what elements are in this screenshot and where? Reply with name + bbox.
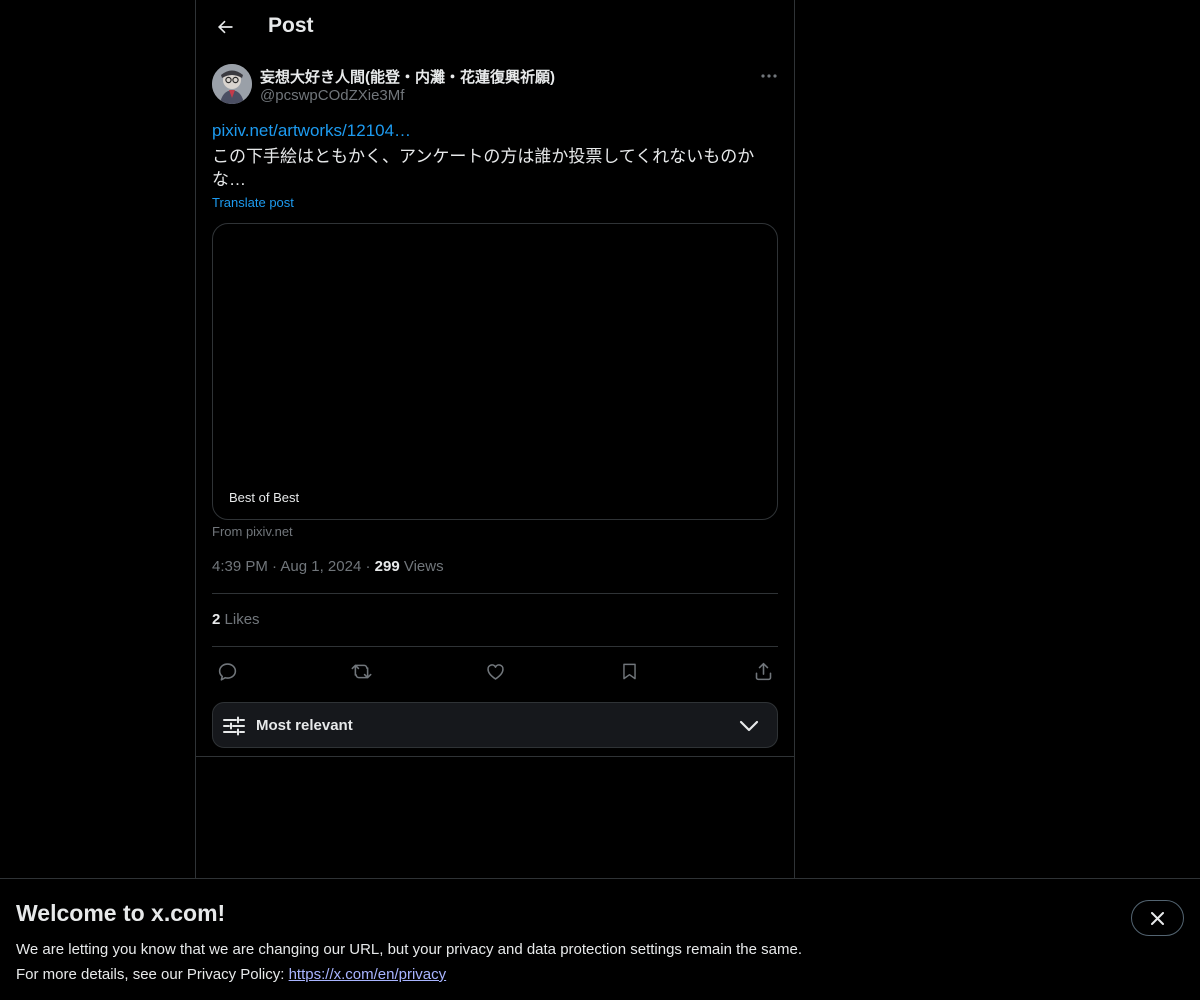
likes-label: Likes bbox=[224, 611, 260, 628]
avatar-image bbox=[212, 64, 252, 104]
post-link[interactable]: pixiv.net/artworks/12104… bbox=[212, 121, 411, 141]
separator-dot: · bbox=[365, 558, 375, 575]
views-count: 299 bbox=[374, 558, 400, 575]
close-banner-button[interactable] bbox=[1131, 900, 1184, 936]
bookmark-button[interactable] bbox=[614, 656, 644, 686]
share-icon bbox=[755, 662, 771, 680]
back-button[interactable] bbox=[208, 10, 242, 44]
avatar[interactable] bbox=[212, 64, 252, 104]
likes-count: 2 bbox=[212, 611, 221, 628]
repost-button[interactable] bbox=[346, 656, 376, 686]
main-column: Post 妄想大好き人間(能登・内灘・花蓮復興祈願) @pcswpCOdZXie… bbox=[195, 0, 795, 878]
more-options-button[interactable] bbox=[756, 64, 782, 88]
divider bbox=[196, 756, 794, 757]
like-button[interactable] bbox=[480, 656, 510, 686]
bookmark-icon bbox=[622, 663, 636, 679]
card-source[interactable]: From pixiv.net bbox=[212, 524, 293, 539]
divider bbox=[212, 646, 778, 647]
reply-sort-dropdown[interactable]: Most relevant bbox=[212, 702, 778, 748]
privacy-policy-link[interactable]: https://x.com/en/privacy bbox=[289, 966, 447, 983]
sort-label: Most relevant bbox=[256, 717, 353, 734]
post-header: Post bbox=[196, 0, 794, 54]
author-name[interactable]: 妄想大好き人間(能登・内灘・花蓮復興祈願) bbox=[260, 66, 555, 87]
action-bar bbox=[212, 656, 778, 686]
reply-icon bbox=[218, 662, 236, 681]
banner-text: We are letting you know that we are chan… bbox=[16, 937, 802, 987]
chevron-down-icon bbox=[739, 720, 759, 732]
close-icon bbox=[1151, 911, 1164, 925]
share-button[interactable] bbox=[748, 656, 778, 686]
likes-stat[interactable]: 2 Likes bbox=[212, 611, 260, 628]
welcome-banner: Welcome to x.com! We are letting you kno… bbox=[0, 878, 1200, 1000]
reply-button[interactable] bbox=[212, 656, 242, 686]
post-date[interactable]: Aug 1, 2024 bbox=[280, 558, 361, 575]
sliders-icon bbox=[223, 716, 245, 736]
post-time[interactable]: 4:39 PM bbox=[212, 558, 268, 575]
link-preview-card[interactable]: Best of Best bbox=[212, 223, 778, 520]
banner-line-2-prefix: For more details, see our Privacy Policy… bbox=[16, 966, 289, 983]
divider bbox=[212, 593, 778, 594]
like-icon bbox=[486, 663, 504, 680]
page-title: Post bbox=[268, 14, 314, 37]
repost-icon bbox=[351, 664, 371, 678]
post-metadata: 4:39 PM · Aug 1, 2024 · 299 Views bbox=[212, 558, 444, 575]
translate-post-link[interactable]: Translate post bbox=[212, 195, 294, 210]
more-dots-icon bbox=[761, 74, 777, 78]
banner-title: Welcome to x.com! bbox=[16, 900, 226, 926]
views-label: Views bbox=[403, 558, 444, 575]
author-handle[interactable]: @pcswpCOdZXie3Mf bbox=[260, 87, 404, 104]
post-text: この下手絵はともかく、アンケートの方は誰か投票してくれないものかな… bbox=[212, 147, 755, 189]
back-arrow-icon bbox=[217, 20, 233, 34]
card-title: Best of Best bbox=[229, 490, 300, 505]
banner-line-2: For more details, see our Privacy Policy… bbox=[16, 962, 802, 987]
banner-line-1: We are letting you know that we are chan… bbox=[16, 941, 802, 958]
